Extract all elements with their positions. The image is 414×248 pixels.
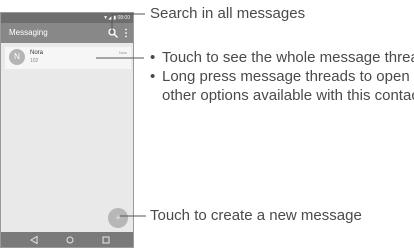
- thread-annotation-1: Touch to see the whole message thread.: [162, 49, 414, 66]
- bullet-2: •: [150, 68, 156, 85]
- thread-annotation-2-line1: Long press message threads to open: [162, 68, 410, 85]
- new-message-annotation: Touch to create a new message: [150, 207, 362, 224]
- bullet-1: •: [150, 49, 156, 66]
- thread-annotation-2-line2: other options available with this contac…: [162, 87, 414, 104]
- search-annotation: Search in all messages: [150, 5, 306, 22]
- search-callout-line: [111, 13, 145, 33]
